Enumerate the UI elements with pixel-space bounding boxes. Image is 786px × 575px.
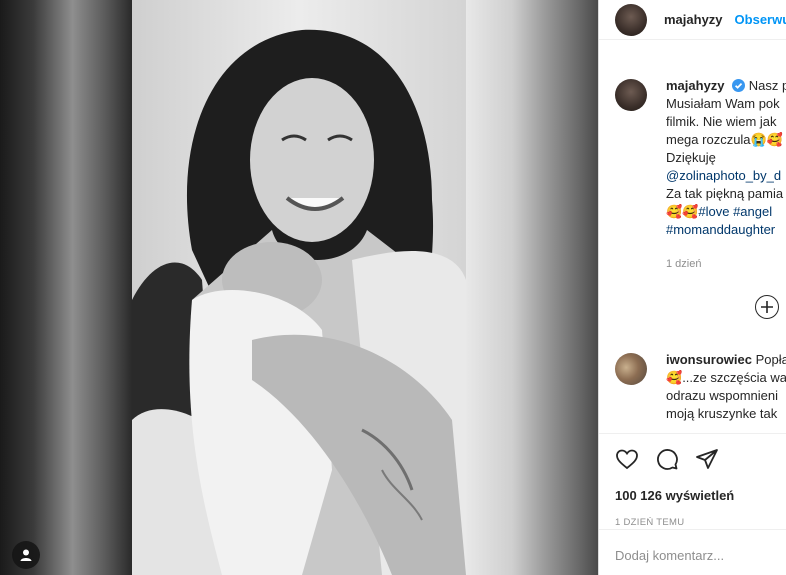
media-blur-left (0, 0, 132, 575)
load-more-icon (761, 301, 773, 313)
comment-icon[interactable] (655, 447, 679, 471)
media-panel[interactable] (0, 0, 598, 575)
verified-badge-icon (732, 79, 746, 92)
comment-item: iwonsurowiec Popła 🥰...ze szczęścia wa o… (615, 351, 786, 423)
add-comment-input[interactable]: Dodaj komentarz... (599, 529, 786, 575)
comment-text: iwonsurowiec Popła 🥰...ze szczęścia wa o… (666, 351, 786, 423)
commenter-username[interactable]: iwonsurowiec (666, 352, 752, 367)
caption-hashtags[interactable]: #love #angel (698, 204, 772, 219)
author-username[interactable]: majahyzy (664, 12, 723, 27)
caption-time[interactable]: 1 dzień (666, 255, 786, 273)
comment-line-3: odrazu wspomnieni (666, 388, 779, 403)
photo-illustration (132, 0, 466, 575)
comment-emoji: 🥰 (666, 370, 683, 385)
caption-line-4: mega rozczula (666, 132, 751, 147)
comment-line-2: ...ze szczęścia wa (682, 370, 786, 385)
caption-line-2: Musiałam Wam pok (666, 96, 780, 111)
caption-emoji-2: 🥰🥰 (666, 204, 699, 219)
commenter-avatar[interactable] (615, 353, 647, 385)
caption-avatar[interactable] (615, 79, 647, 111)
post-actions: 100 126 wyświetleń 1 dzień temu (599, 433, 786, 528)
follow-button[interactable]: Obserwuj (735, 12, 786, 27)
caption-username[interactable]: majahyzy (666, 78, 725, 93)
heart-icon[interactable] (615, 447, 639, 471)
load-more-row (615, 295, 786, 319)
post-photo[interactable] (132, 0, 466, 575)
caption-line-1: Nasz p (748, 78, 786, 93)
caption-line-5: Dziękuję (666, 150, 716, 165)
caption: majahyzy Nasz p Musiałam Wam pok filmik.… (615, 77, 786, 273)
author-avatar[interactable] (615, 3, 647, 36)
comment-line-4: moją kruszynke tak (666, 406, 778, 421)
load-more-button[interactable] (755, 295, 779, 319)
caption-emoji-1: 😭🥰 (750, 132, 783, 147)
user-tag-button[interactable] (12, 541, 40, 569)
user-tag-icon (20, 549, 32, 561)
post-header: majahyzy Obserwuj (599, 0, 786, 40)
action-icons (615, 446, 771, 472)
comment-line-1: Popła (755, 352, 786, 367)
share-icon[interactable] (695, 447, 719, 471)
caption-hashtag-momanddaughter[interactable]: #momanddaughter (666, 221, 786, 239)
caption-line-3: filmik. Nie wiem jak (666, 114, 777, 129)
post-date[interactable]: 1 dzień temu (615, 517, 771, 528)
caption-mention[interactable]: @zolinaphoto_by_d (666, 167, 786, 185)
view-count[interactable]: 100 126 wyświetleń (615, 488, 771, 503)
comments-list[interactable]: majahyzy Nasz p Musiałam Wam pok filmik.… (599, 41, 786, 433)
media-blur-right (466, 0, 598, 575)
caption-line-7: Za tak piękną pamia (666, 186, 784, 201)
caption-text: majahyzy Nasz p Musiałam Wam pok filmik.… (666, 77, 786, 273)
post-side-panel: majahyzy Obserwuj majahyzy Nasz p Musiał… (598, 0, 786, 575)
